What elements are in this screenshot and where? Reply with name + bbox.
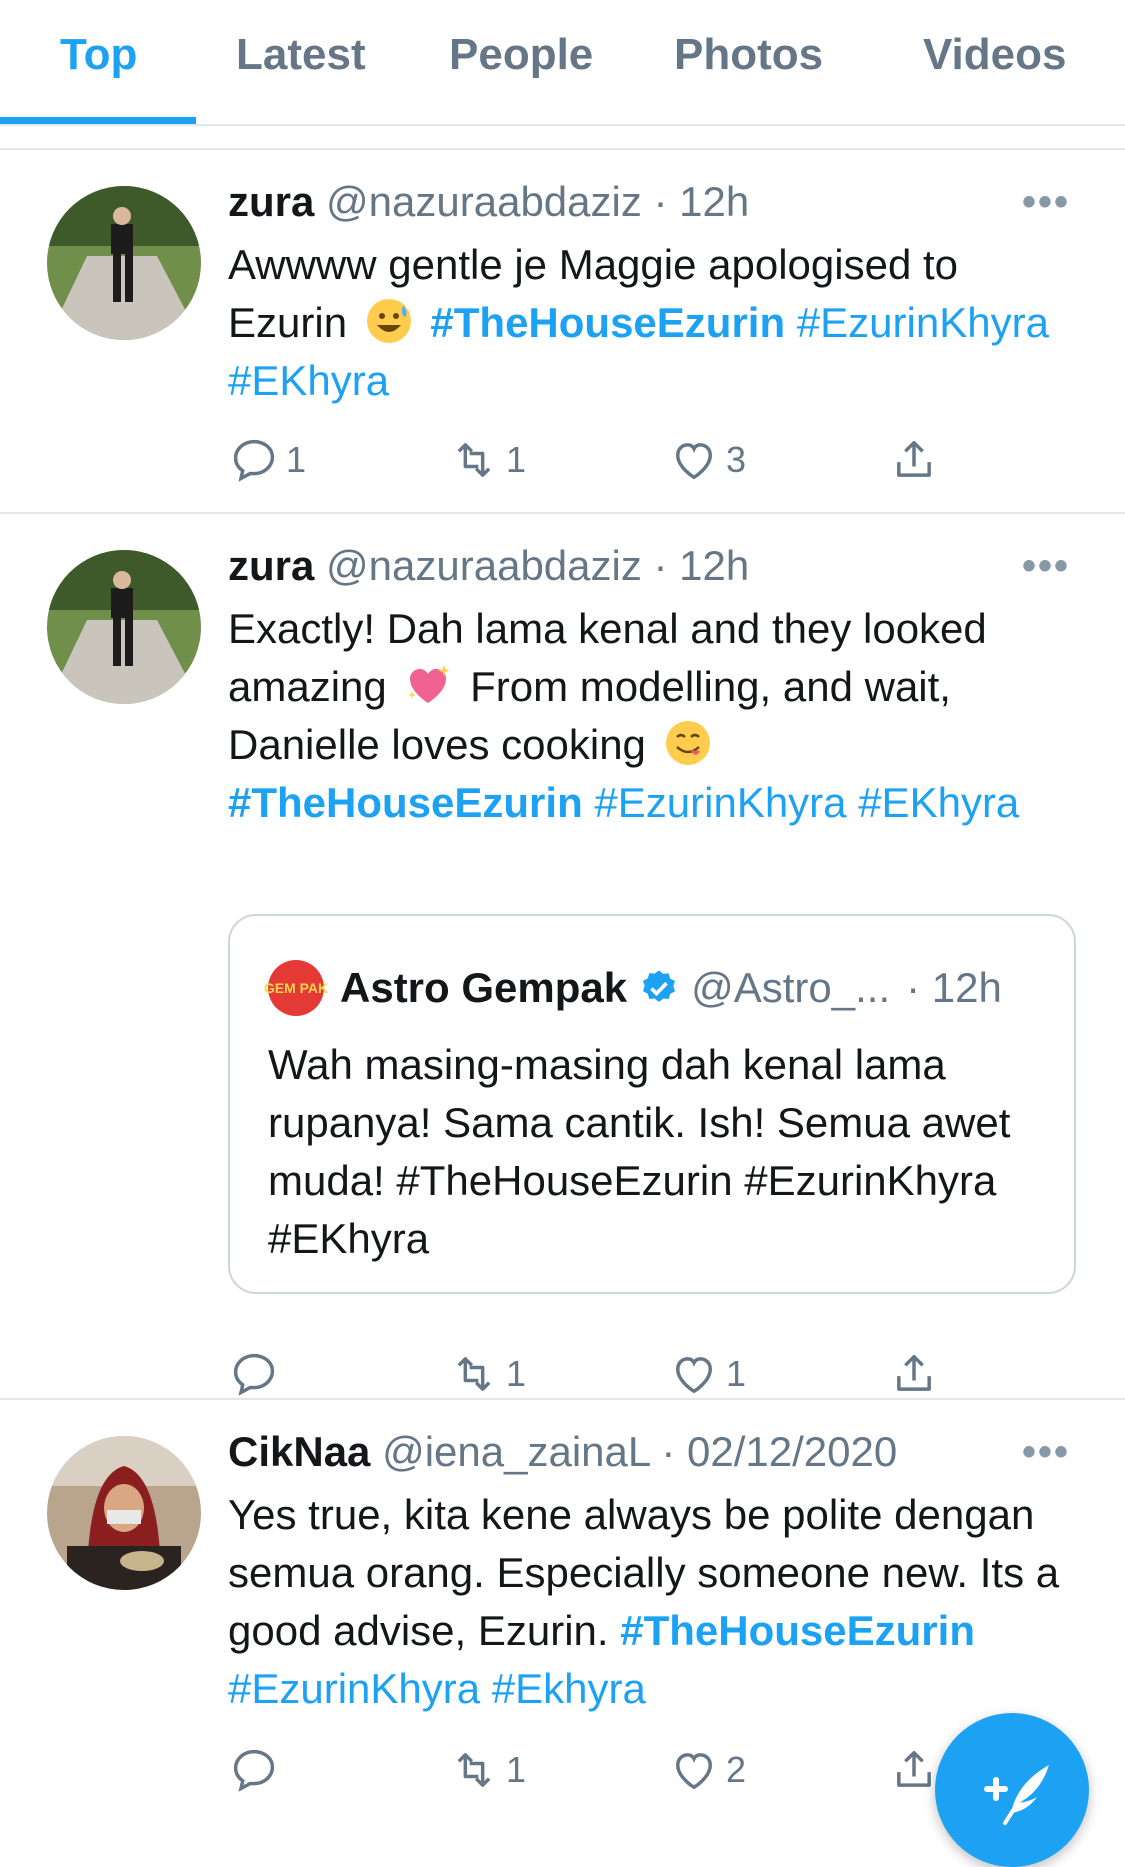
quoted-author-name[interactable]: Astro Gempak bbox=[340, 964, 627, 1012]
quoted-author-handle[interactable]: @Astro_... bbox=[691, 964, 890, 1012]
share-icon bbox=[897, 440, 931, 477]
author-name[interactable]: zura bbox=[228, 178, 314, 225]
tweet-actions: 1 1 3 bbox=[228, 432, 1078, 488]
hashtag-link[interactable]: #EzurinKhyra bbox=[797, 299, 1049, 346]
retweet-button[interactable]: 1 bbox=[448, 432, 526, 488]
tweet-actions: 1 1 bbox=[228, 1346, 1078, 1402]
retweet-button[interactable]: 1 bbox=[448, 1742, 526, 1798]
reply-button[interactable] bbox=[228, 1742, 286, 1798]
tweet-text: Exactly! Dah lama kenal and they looked … bbox=[228, 600, 1078, 832]
sparkling-heart-emoji bbox=[408, 665, 450, 703]
tab-videos[interactable]: Videos bbox=[923, 30, 1066, 80]
share-icon bbox=[897, 1354, 931, 1391]
avatar[interactable] bbox=[47, 186, 201, 340]
tab-people[interactable]: People bbox=[449, 30, 593, 80]
reply-icon bbox=[233, 1353, 275, 1396]
like-count: 1 bbox=[726, 1353, 747, 1394]
heart-icon bbox=[676, 443, 712, 480]
divider bbox=[0, 512, 1125, 514]
search-tabs: Top Latest People Photos Videos bbox=[0, 0, 1125, 126]
hashtag-link[interactable]: #TheHouseEzurin bbox=[620, 1607, 975, 1654]
heart-icon bbox=[676, 1357, 712, 1394]
hashtag-link[interactable]: #EKhyra bbox=[858, 779, 1019, 826]
retweet-count: 1 bbox=[506, 1353, 527, 1394]
more-options-icon[interactable]: ••• bbox=[1022, 1430, 1070, 1475]
verified-badge-icon bbox=[643, 970, 676, 1002]
tweet-time: · 12h bbox=[653, 178, 750, 225]
tweet-time: · 02/12/2020 bbox=[661, 1428, 898, 1475]
retweet-icon bbox=[457, 443, 491, 477]
more-options-icon[interactable]: ••• bbox=[1022, 180, 1070, 225]
like-count: 2 bbox=[726, 1749, 747, 1790]
tweet-time: · 12h bbox=[653, 542, 750, 589]
hashtag-link[interactable]: #TheHouseEzurin bbox=[228, 779, 583, 826]
like-button[interactable]: 2 bbox=[668, 1742, 746, 1798]
like-button[interactable]: 1 bbox=[668, 1346, 746, 1402]
avatar[interactable] bbox=[47, 550, 201, 704]
divider bbox=[0, 1398, 1125, 1400]
hashtag-link[interactable]: #TheHouseEzurin bbox=[430, 299, 785, 346]
heart-icon bbox=[676, 1753, 712, 1790]
tab-latest[interactable]: Latest bbox=[236, 30, 366, 80]
retweet-button[interactable]: 1 bbox=[448, 1346, 526, 1402]
like-count: 3 bbox=[726, 439, 747, 480]
hashtag-link[interactable]: #Ekhyra bbox=[492, 1665, 646, 1712]
compose-feather-icon bbox=[984, 1765, 1049, 1825]
retweet-icon bbox=[457, 1357, 491, 1391]
tweet-text: Awwww gentle je Maggie apologised to Ezu… bbox=[228, 236, 1078, 410]
tweet-text: Yes true, kita kene always be polite den… bbox=[228, 1486, 1078, 1718]
hashtag-link[interactable]: #EzurinKhyra bbox=[594, 779, 846, 826]
divider bbox=[0, 148, 1125, 150]
avatar[interactable] bbox=[47, 1436, 201, 1590]
share-button[interactable] bbox=[888, 1346, 940, 1402]
yum-face-emoji bbox=[665, 721, 710, 765]
quoted-author-avatar[interactable]: GEM PAK bbox=[264, 960, 328, 1016]
author-handle[interactable]: @nazuraabdaziz bbox=[326, 542, 642, 589]
compose-tweet-button[interactable] bbox=[935, 1713, 1089, 1867]
reply-icon bbox=[233, 439, 275, 482]
tab-top[interactable]: Top bbox=[60, 30, 137, 80]
active-tab-indicator bbox=[0, 117, 196, 124]
quoted-tweet-time: · 12h bbox=[906, 964, 1002, 1011]
retweet-count: 1 bbox=[506, 439, 527, 480]
hashtag-link[interactable]: #EzurinKhyra bbox=[228, 1665, 480, 1712]
more-options-icon[interactable]: ••• bbox=[1022, 544, 1070, 589]
author-handle[interactable]: @nazuraabdaziz bbox=[326, 178, 642, 225]
like-button[interactable]: 3 bbox=[668, 432, 746, 488]
share-icon bbox=[897, 1750, 931, 1787]
author-name[interactable]: CikNaa bbox=[228, 1428, 370, 1475]
reply-count: 1 bbox=[286, 439, 307, 480]
author-name[interactable]: zura bbox=[228, 542, 314, 589]
share-button[interactable] bbox=[888, 432, 940, 488]
quoted-tweet[interactable]: GEM PAK Astro Gempak @Astro_... · 12h Wa… bbox=[228, 914, 1076, 1294]
author-handle[interactable]: @iena_zainaL bbox=[382, 1428, 650, 1475]
quoted-tweet-text: Wah masing-masing dah kenal lama rupanya… bbox=[268, 1041, 1011, 1262]
reply-button[interactable]: 1 bbox=[228, 432, 306, 488]
grinning-sweat-emoji bbox=[366, 299, 411, 343]
tab-photos[interactable]: Photos bbox=[674, 30, 823, 80]
retweet-icon bbox=[457, 1753, 491, 1787]
reply-button[interactable] bbox=[228, 1346, 286, 1402]
share-button[interactable] bbox=[888, 1742, 940, 1798]
retweet-count: 1 bbox=[506, 1749, 527, 1790]
reply-icon bbox=[233, 1749, 275, 1792]
hashtag-link[interactable]: #EKhyra bbox=[228, 357, 389, 404]
